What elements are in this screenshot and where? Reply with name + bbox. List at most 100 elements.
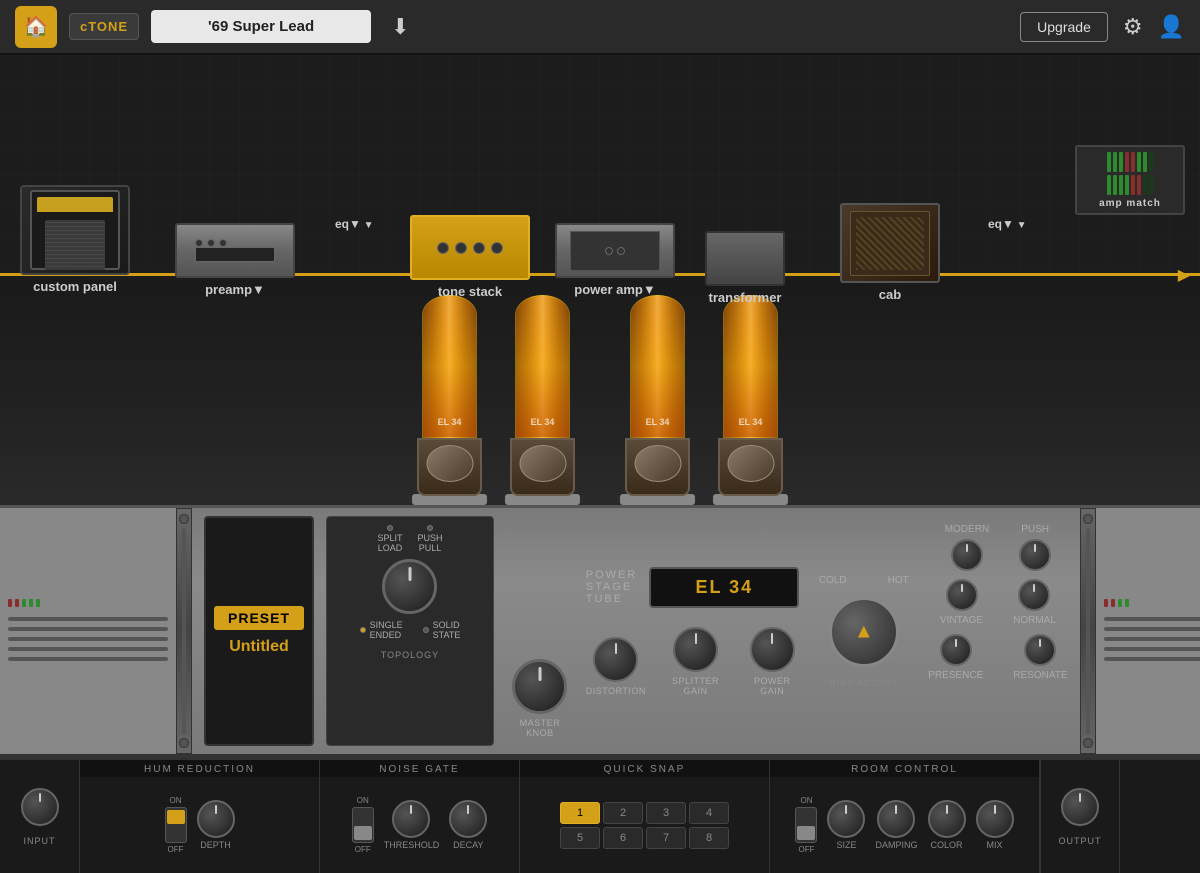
- output-label: OUTPUT: [1059, 836, 1102, 846]
- snap-btn-4[interactable]: 4: [689, 802, 729, 824]
- input-knob[interactable]: [21, 788, 59, 826]
- vintage-knob[interactable]: [946, 579, 978, 611]
- bias-cold-label: COLD: [819, 575, 847, 586]
- topo-dot-single: [360, 627, 366, 633]
- cab-label: cab: [879, 287, 901, 302]
- resonate-group: RESONATE: [1013, 634, 1067, 681]
- tube-3: [615, 295, 700, 505]
- modern-knob[interactable]: [951, 539, 983, 571]
- hum-toggle[interactable]: [165, 807, 187, 843]
- power-amp-item[interactable]: power amp▼: [555, 223, 675, 297]
- preset-section: PRESET Untitled: [204, 516, 314, 746]
- room-toggle[interactable]: [795, 807, 817, 843]
- normal-knob[interactable]: [1018, 579, 1050, 611]
- presence-knob[interactable]: [940, 634, 972, 666]
- topo-dot-push: [427, 525, 433, 531]
- preset-name-display[interactable]: '69 Super Lead: [151, 10, 371, 43]
- gate-on-label: ON: [357, 796, 369, 805]
- topology-options: SPLITLOAD PUSHPULL: [377, 525, 442, 553]
- snap-btn-6[interactable]: 6: [603, 827, 643, 849]
- preamp-item[interactable]: preamp▼: [175, 223, 295, 297]
- bias-knob-container: [824, 592, 904, 672]
- topology-knob[interactable]: [382, 559, 437, 614]
- noise-gate-section: NOISE GATE ON OFF THRESHOLD DECAY: [320, 760, 520, 873]
- snap-btn-3[interactable]: 3: [646, 802, 686, 824]
- topo-push-pull[interactable]: PUSHPULL: [417, 525, 442, 553]
- splitter-gain-label: SPLITTER GAIN: [664, 676, 727, 696]
- home-button[interactable]: 🏠: [15, 6, 57, 48]
- snap-btn-8[interactable]: 8: [689, 827, 729, 849]
- tube-pair-right: [615, 295, 793, 505]
- output-knob[interactable]: [1061, 788, 1099, 826]
- snap-btn-1[interactable]: 1: [560, 802, 600, 824]
- snap-btn-5[interactable]: 5: [560, 827, 600, 849]
- snap-btn-2[interactable]: 2: [603, 802, 643, 824]
- gate-toggle[interactable]: [352, 807, 374, 843]
- room-control-label: ROOM CONTROL: [770, 760, 1039, 777]
- topology-section: SPLITLOAD PUSHPULL SINGLEENDED SOLIDSTAT…: [326, 516, 494, 746]
- user-button[interactable]: 👤: [1158, 14, 1185, 40]
- splitter-gain-knob[interactable]: [673, 627, 718, 672]
- topo-split-load[interactable]: SPLITLOAD: [377, 525, 402, 553]
- tube-1: [407, 295, 492, 505]
- amp-match-item[interactable]: amp match: [1075, 145, 1185, 215]
- cab-item[interactable]: cab: [840, 203, 940, 302]
- amp-cabinet-visual: [30, 190, 120, 270]
- bias-adjust-label: BIAS ADJUST: [830, 678, 899, 688]
- push-label: PUSH: [1021, 524, 1049, 535]
- custom-panel-label: custom panel: [33, 279, 117, 294]
- tube-2: [500, 295, 585, 505]
- power-gain-knob[interactable]: [750, 627, 795, 672]
- modern-label: MODERN: [945, 524, 989, 535]
- settings-button[interactable]: ⚙: [1123, 14, 1143, 40]
- normal-label: NORMAL: [1013, 615, 1056, 626]
- hum-depth-knob[interactable]: [197, 800, 235, 838]
- bias-adjust-knob[interactable]: [829, 597, 899, 667]
- panel-handle-right: [1080, 508, 1096, 754]
- vintage-group: VINTAGE: [940, 579, 983, 626]
- gate-off-label: OFF: [355, 845, 371, 854]
- tube-glass-2: [515, 295, 570, 438]
- tube-display[interactable]: EL 34: [649, 567, 799, 608]
- distortion-knob[interactable]: [593, 637, 638, 682]
- top-right-controls: Upgrade ⚙ 👤: [1020, 12, 1185, 42]
- topo-single-label: SINGLEENDED: [370, 620, 403, 640]
- threshold-label: THRESHOLD: [384, 840, 440, 850]
- topology-label: TOPOLOGY: [381, 650, 439, 660]
- threshold-knob[interactable]: [392, 800, 430, 838]
- resonate-knob[interactable]: [1024, 634, 1056, 666]
- splitter-plus: +: [713, 616, 718, 625]
- power-amp-image: [555, 223, 675, 278]
- tone-stack-item[interactable]: tone stack: [410, 215, 530, 299]
- room-mix-knob[interactable]: [976, 800, 1014, 838]
- preset-badge: PRESET: [214, 606, 304, 630]
- save-button[interactable]: ⬇: [391, 14, 409, 40]
- custom-panel-item[interactable]: custom panel: [20, 185, 130, 294]
- bias-section: COLD HOT BIAS ADJUST: [811, 516, 916, 746]
- hum-on-label: ON: [170, 796, 182, 805]
- push-knob[interactable]: [1019, 539, 1051, 571]
- modern-group: MODERN: [945, 524, 989, 571]
- eq2-label[interactable]: eq▼: [988, 217, 1027, 231]
- room-mix-label: MIX: [986, 840, 1002, 850]
- room-size-knob[interactable]: [827, 800, 865, 838]
- tube-select-section: POWER STAGE TUBE EL 34 1 10 DISTORTION -…: [586, 516, 800, 746]
- output-section: OUTPUT: [1040, 760, 1120, 873]
- eq1-label[interactable]: eq▼: [335, 217, 374, 231]
- topo-split-label: SPLITLOAD: [377, 533, 402, 553]
- room-damping-knob[interactable]: [877, 800, 915, 838]
- preamp-image: [175, 223, 295, 278]
- power-gain-label: POWER GAIN: [745, 676, 799, 696]
- resonate-label: RESONATE: [1013, 670, 1067, 681]
- hum-depth-label: DEPTH: [200, 840, 231, 850]
- upgrade-button[interactable]: Upgrade: [1020, 12, 1108, 42]
- room-color-knob[interactable]: [928, 800, 966, 838]
- transformer-item[interactable]: transformer: [705, 231, 785, 305]
- master-knob-label: MASTER KNOB: [506, 718, 574, 738]
- snap-btn-7[interactable]: 7: [646, 827, 686, 849]
- power-amp-label: power amp▼: [574, 282, 656, 297]
- top-bar: 🏠 cTONE '69 Super Lead ⬇ Upgrade ⚙ 👤: [0, 0, 1200, 55]
- master-knob[interactable]: [512, 659, 567, 714]
- decay-knob[interactable]: [449, 800, 487, 838]
- topo-solid-label: SOLIDSTATE: [433, 620, 461, 640]
